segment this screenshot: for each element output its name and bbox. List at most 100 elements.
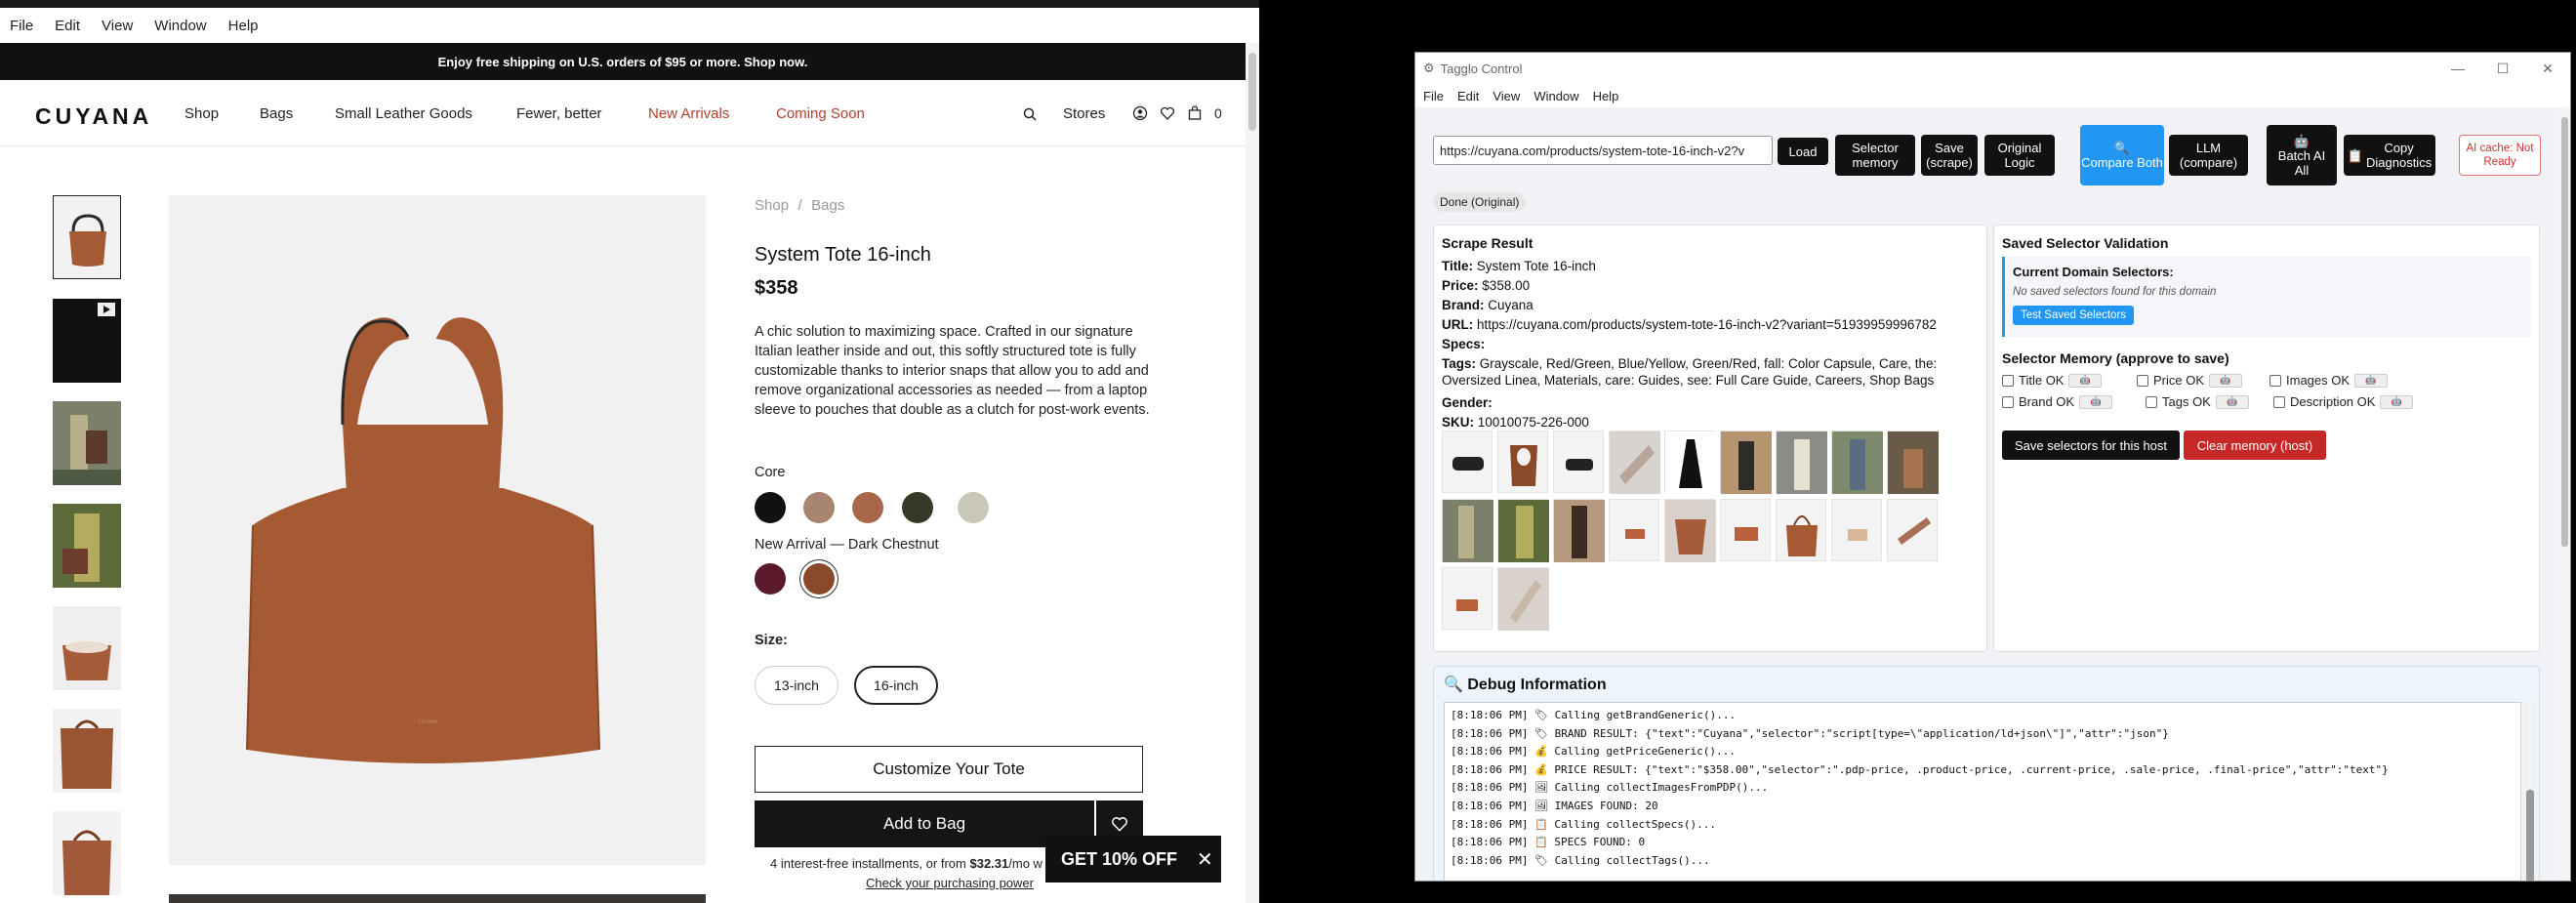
scraped-image[interactable] bbox=[1720, 431, 1772, 494]
scraped-image[interactable] bbox=[1887, 431, 1939, 494]
add-to-bag-button[interactable]: Add to Bag bbox=[755, 800, 1094, 847]
product-thumbnail-4[interactable] bbox=[53, 504, 121, 588]
menu-view[interactable]: View bbox=[102, 18, 133, 34]
product-thumbnail-5[interactable] bbox=[53, 606, 121, 690]
checkbox-box[interactable] bbox=[2269, 374, 2281, 387]
breadcrumb-bags[interactable]: Bags bbox=[811, 197, 844, 214]
purchasing-power-link[interactable]: Check your purchasing power bbox=[866, 876, 1034, 890]
scraped-image[interactable] bbox=[1609, 499, 1659, 561]
size-16-inch-button[interactable]: 16-inch bbox=[854, 666, 938, 705]
product-thumbnail-7[interactable] bbox=[53, 811, 121, 895]
scraped-image[interactable] bbox=[1553, 431, 1604, 493]
description-ok-checkbox[interactable]: Description OK 🤖 bbox=[2273, 394, 2414, 409]
menu-edit[interactable]: Edit bbox=[1457, 89, 1479, 103]
menu-help[interactable]: Help bbox=[1593, 89, 1619, 103]
product-main-image[interactable]: CUYANA bbox=[169, 195, 706, 865]
nav-small-leather-goods[interactable]: Small Leather Goods bbox=[335, 105, 472, 122]
llm-compare-button[interactable]: LLM (compare) bbox=[2169, 135, 2248, 176]
test-saved-selectors-button[interactable]: Test Saved Selectors bbox=[2013, 306, 2135, 325]
search-icon[interactable] bbox=[1022, 106, 1038, 122]
product-thumbnail-6[interactable] bbox=[53, 709, 121, 793]
load-button[interactable]: Load bbox=[1778, 138, 1828, 165]
product-thumbnail-1[interactable] bbox=[53, 195, 121, 279]
scraped-image[interactable] bbox=[1442, 499, 1493, 562]
scraped-image[interactable] bbox=[1831, 431, 1883, 494]
close-icon[interactable]: ✕ bbox=[2525, 61, 2570, 77]
checkbox-box[interactable] bbox=[2137, 374, 2148, 387]
clear-memory-button[interactable]: Clear memory (host) bbox=[2184, 431, 2326, 460]
menu-edit[interactable]: Edit bbox=[55, 18, 80, 34]
nav-stores[interactable]: Stores bbox=[1063, 105, 1105, 122]
app-scrollbar[interactable] bbox=[2557, 107, 2570, 881]
scrollbar-thumb[interactable] bbox=[2526, 790, 2534, 881]
images-ok-checkbox[interactable]: Images OK 🤖 bbox=[2269, 373, 2389, 388]
close-icon[interactable]: ✕ bbox=[1197, 847, 1213, 872]
swatch-new-1[interactable] bbox=[755, 563, 786, 595]
scraped-image[interactable] bbox=[1553, 499, 1605, 562]
nav-new-arrivals[interactable]: New Arrivals bbox=[648, 105, 729, 122]
product-thumbnail-video[interactable] bbox=[53, 299, 121, 383]
maximize-icon[interactable]: ☐ bbox=[2480, 61, 2525, 77]
swatch-core-3[interactable] bbox=[852, 492, 883, 523]
breadcrumb-shop[interactable]: Shop bbox=[755, 197, 789, 214]
swatch-core-1[interactable] bbox=[755, 492, 786, 523]
title-ok-checkbox[interactable]: Title OK 🤖 bbox=[2002, 373, 2103, 388]
scraped-image[interactable] bbox=[1497, 499, 1549, 562]
menu-window[interactable]: Window bbox=[1533, 89, 1578, 103]
swatch-core-4[interactable] bbox=[902, 492, 933, 523]
price-ok-checkbox[interactable]: Price OK 🤖 bbox=[2137, 373, 2243, 388]
menu-file[interactable]: File bbox=[1423, 89, 1444, 103]
debug-scrollbar[interactable] bbox=[2523, 702, 2537, 881]
nav-shop[interactable]: Shop bbox=[184, 105, 219, 122]
scraped-image[interactable] bbox=[1720, 499, 1771, 561]
scrollbar-thumb[interactable] bbox=[2561, 117, 2568, 547]
menu-file[interactable]: File bbox=[10, 18, 33, 34]
menu-help[interactable]: Help bbox=[228, 18, 259, 34]
tags-ok-checkbox[interactable]: Tags OK 🤖 bbox=[2146, 394, 2249, 409]
scraped-image[interactable] bbox=[1609, 431, 1660, 494]
scraped-image[interactable] bbox=[1442, 431, 1492, 493]
copy-diagnostics-button[interactable]: 📋 Copy Diagnostics bbox=[2344, 135, 2435, 176]
debug-log[interactable]: [8:18:06 PM] 🏷 Calling getBrandGeneric()… bbox=[1444, 702, 2521, 881]
swatch-dark-chestnut[interactable] bbox=[803, 563, 835, 595]
customize-tote-button[interactable]: Customize Your Tote bbox=[755, 746, 1143, 793]
scraped-image[interactable] bbox=[1497, 567, 1549, 631]
batch-ai-all-button[interactable]: 🤖 Batch AI All bbox=[2267, 125, 2337, 185]
save-selectors-button[interactable]: Save selectors for this host bbox=[2002, 431, 2180, 460]
page-scrollbar[interactable] bbox=[1246, 43, 1259, 903]
checkbox-box[interactable] bbox=[2273, 395, 2285, 408]
menu-window[interactable]: Window bbox=[154, 18, 206, 34]
menu-view[interactable]: View bbox=[1492, 89, 1520, 103]
checkbox-box[interactable] bbox=[2002, 395, 2014, 408]
original-logic-button[interactable]: Original Logic bbox=[1984, 135, 2055, 176]
cuyana-logo[interactable]: CUYANA bbox=[35, 103, 152, 130]
bag-icon[interactable] bbox=[1187, 105, 1203, 121]
scraped-image[interactable] bbox=[1831, 499, 1882, 561]
scraped-image[interactable] bbox=[1776, 431, 1827, 494]
checkbox-box[interactable] bbox=[2002, 374, 2014, 387]
discount-popup[interactable]: GET 10% OFF ✕ bbox=[1045, 836, 1221, 882]
swatch-core-5[interactable] bbox=[958, 492, 989, 523]
nav-fewer-better[interactable]: Fewer, better bbox=[516, 105, 602, 122]
checkbox-box[interactable] bbox=[2146, 395, 2157, 408]
swatch-core-2[interactable] bbox=[803, 492, 835, 523]
nav-coming-soon[interactable]: Coming Soon bbox=[776, 105, 865, 122]
minimize-icon[interactable]: — bbox=[2435, 61, 2480, 76]
product-thumbnail-3[interactable] bbox=[53, 401, 121, 485]
heart-icon[interactable] bbox=[1160, 105, 1175, 121]
scraped-image[interactable] bbox=[1664, 431, 1716, 494]
compare-both-button[interactable]: 🔍 Compare Both bbox=[2080, 125, 2164, 185]
promo-banner[interactable]: Enjoy free shipping on U.S. orders of $9… bbox=[0, 43, 1246, 80]
size-13-inch-button[interactable]: 13-inch bbox=[755, 666, 838, 705]
scraped-image[interactable] bbox=[1887, 499, 1938, 561]
account-icon[interactable] bbox=[1132, 105, 1148, 121]
selector-memory-button[interactable]: Selector memory bbox=[1835, 135, 1915, 176]
scraped-image[interactable] bbox=[1442, 567, 1492, 630]
scrollbar-thumb[interactable] bbox=[1248, 53, 1256, 131]
url-input[interactable]: https://cuyana.com/products/system-tote-… bbox=[1433, 136, 1773, 165]
discount-popup-label[interactable]: GET 10% OFF bbox=[1061, 849, 1177, 870]
scraped-image[interactable] bbox=[1497, 431, 1548, 493]
brand-ok-checkbox[interactable]: Brand OK 🤖 bbox=[2002, 394, 2113, 409]
nav-bags[interactable]: Bags bbox=[260, 105, 293, 122]
scraped-image[interactable] bbox=[1664, 499, 1716, 562]
